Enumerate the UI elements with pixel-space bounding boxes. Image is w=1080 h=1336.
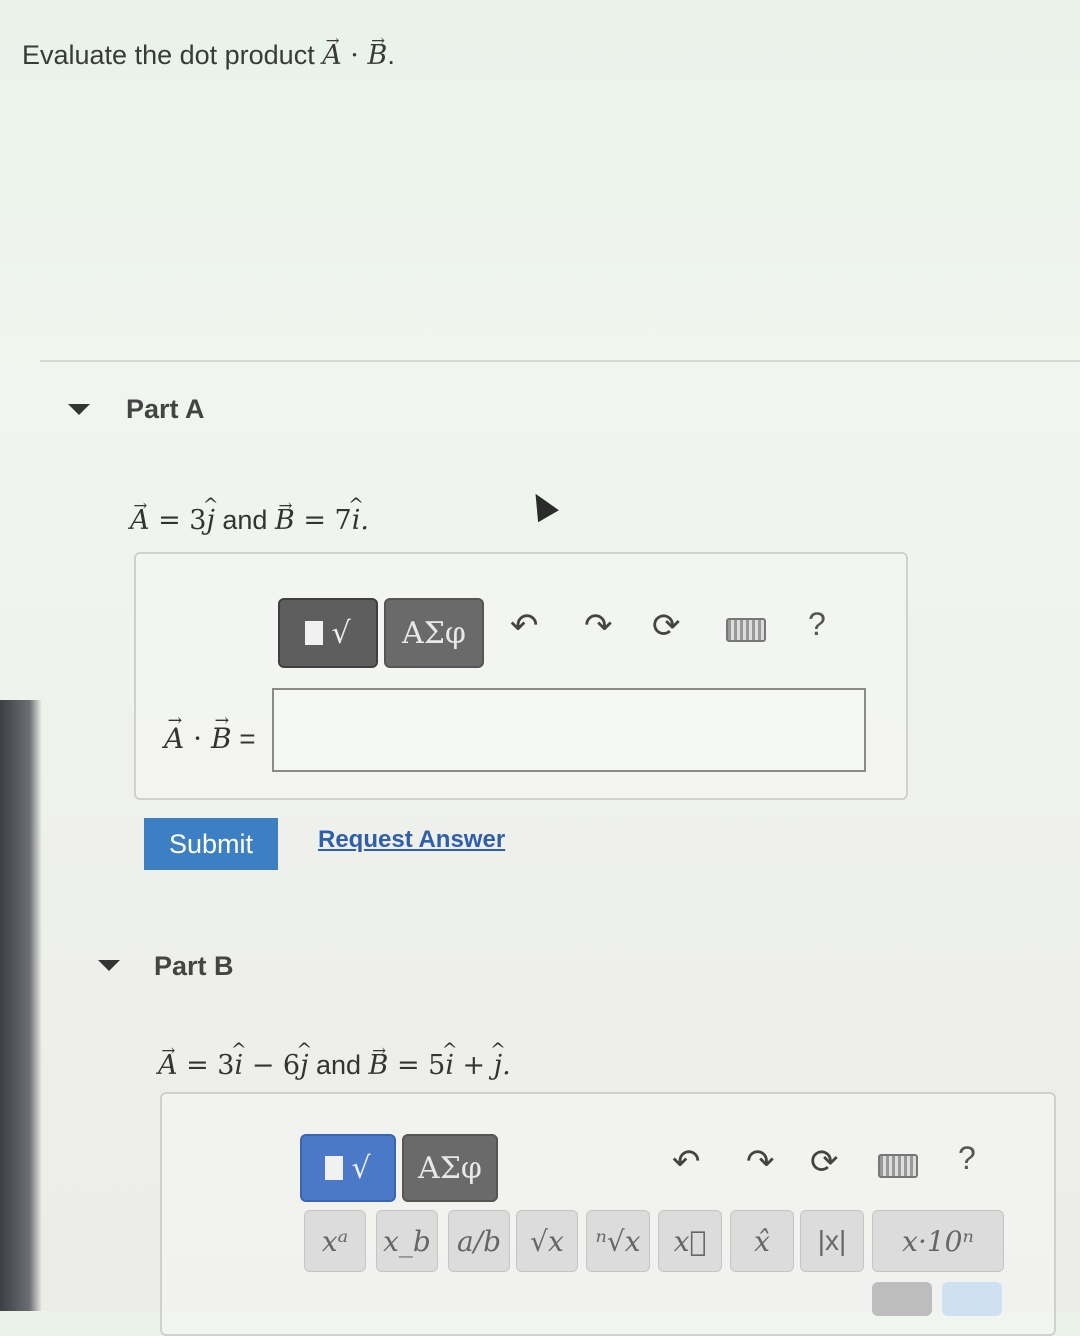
subscript-template[interactable]: x_b [376,1210,438,1272]
vector-template[interactable]: x⃗ [658,1210,722,1272]
scientific-notation-template[interactable]: x·10ⁿ [872,1210,1004,1272]
problem-intro: Evaluate the dot product A · B. [22,40,395,71]
redo-icon[interactable]: ↷ [584,606,613,646]
help-icon[interactable]: ? [958,1140,976,1177]
reset-icon[interactable]: ⟳ [810,1142,839,1182]
mouse-cursor-icon [525,487,559,523]
superscript-template[interactable]: xᵃ [304,1210,366,1272]
sqrt-template[interactable]: √x [516,1210,578,1272]
template-icon [325,1156,344,1180]
template-icon [305,621,324,645]
section-divider [40,360,1080,362]
input-label: A · B = [164,722,256,755]
fraction-template[interactable]: a/b [448,1210,510,1272]
request-answer-link[interactable]: Request Answer [318,826,505,854]
part-a-title[interactable]: Part A [126,394,205,425]
nth-root-template[interactable]: ⁿ√x [586,1210,650,1272]
greek-symbols-button[interactable]: ΑΣφ [384,598,484,668]
redo-icon[interactable]: ↷ [746,1142,775,1182]
submit-button[interactable]: Submit [144,818,278,870]
greek-symbols-button[interactable]: ΑΣφ [402,1134,498,1202]
collapse-triangle-icon[interactable] [68,404,90,415]
keyboard-icon[interactable] [878,1154,918,1178]
part-a-answer-box: √ ΑΣφ ↶ ↷ ⟳ ? A · B = [134,552,908,800]
part-a-given: A = 3j and B = 7i. [130,505,369,536]
answer-input[interactable] [272,688,866,772]
reset-icon[interactable]: ⟳ [652,606,681,646]
keyboard-icon[interactable] [726,618,766,642]
template-button[interactable]: √ [300,1134,396,1202]
undo-icon[interactable]: ↶ [510,606,539,646]
unit-vector-template[interactable]: x̂ [730,1210,794,1272]
absolute-value-template[interactable]: |x| [800,1210,864,1272]
help-icon[interactable]: ? [808,606,826,643]
monitor-bezel [0,700,42,1311]
collapse-triangle-icon[interactable] [98,960,120,971]
part-b-title[interactable]: Part B [154,951,234,982]
part-b-given: A = 3i − 6j and B = 5i + j. [158,1050,511,1081]
undo-icon[interactable]: ↶ [672,1142,701,1182]
template-button[interactable]: √ [278,598,378,668]
